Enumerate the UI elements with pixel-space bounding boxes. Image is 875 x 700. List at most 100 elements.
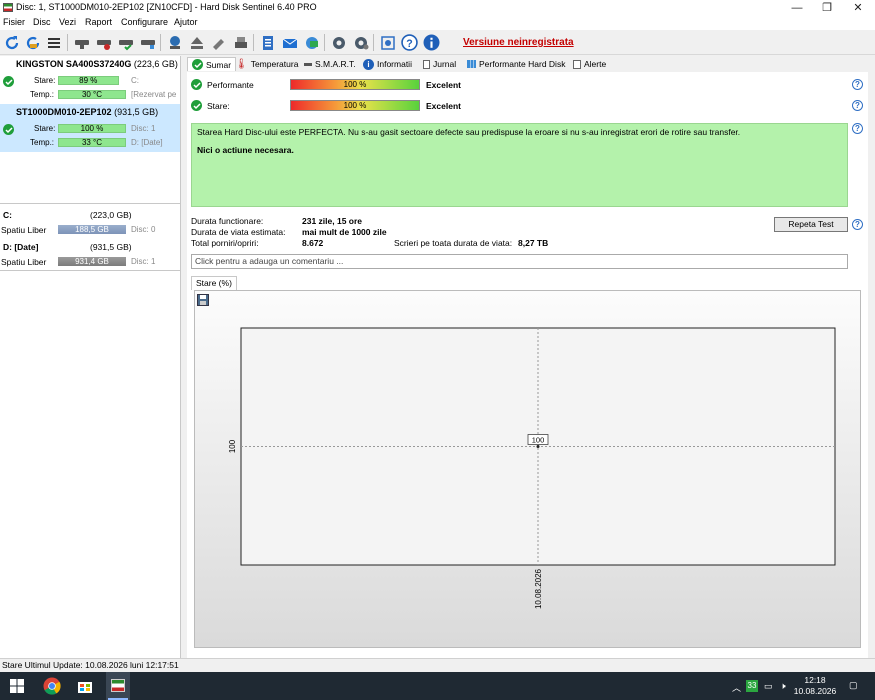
check-icon bbox=[3, 76, 14, 87]
info-icon[interactable] bbox=[422, 33, 441, 52]
performance-rating: Excelent bbox=[426, 80, 461, 90]
window-title: Disc: 1, ST1000DM010-2EP102 [ZN10CFD] - … bbox=[16, 2, 317, 12]
disk-check-icon[interactable] bbox=[116, 33, 135, 52]
chart-panel: 100 10.08.2026 100 bbox=[194, 290, 861, 648]
status-text: Starea Hard Disc-ului este PERFECTA. Nu … bbox=[197, 127, 741, 137]
taskbar: ︿ 33 ▭ 🕨 12:18 10.08.2026 ▢ bbox=[0, 672, 875, 700]
disk-icon[interactable] bbox=[72, 33, 91, 52]
uptime-value: 231 zile, 15 ore bbox=[302, 216, 363, 226]
menu-bar: Fisier Disc Vezi Raport Configurare Ajut… bbox=[0, 16, 875, 30]
data-point bbox=[536, 445, 540, 448]
summary-panel: Performante 100 % Excelent ? Stare: 100 … bbox=[187, 72, 868, 658]
menu-disc[interactable]: Disc bbox=[33, 17, 51, 27]
action-text: Nici o actiune necesara. bbox=[197, 145, 294, 155]
refresh-disk-icon[interactable] bbox=[23, 33, 42, 52]
menu-vezi[interactable]: Vezi bbox=[59, 17, 76, 27]
disk-list-icon[interactable] bbox=[44, 33, 63, 52]
temp-label: Temp.: bbox=[30, 90, 55, 99]
tab-smart[interactable]: S.M.A.R.T. bbox=[304, 57, 356, 71]
check-icon bbox=[3, 124, 14, 135]
writes-value: 8,27 TB bbox=[518, 238, 549, 248]
volume-name: C: bbox=[3, 210, 12, 220]
help-icon[interactable]: ? bbox=[852, 123, 863, 134]
menu-raport[interactable]: Raport bbox=[85, 17, 112, 27]
tray-volume-icon[interactable]: 🕨 bbox=[780, 681, 786, 692]
title-bar: Disc: 1, ST1000DM010-2EP102 [ZN10CFD] - … bbox=[0, 0, 875, 16]
tab-performante[interactable]: Performante Hard Disk bbox=[467, 57, 565, 71]
menu-fisier[interactable]: Fisier bbox=[3, 17, 25, 27]
disk-item-st1000[interactable]: ST1000DM010-2EP102 (931,5 GB) Stare: 100… bbox=[0, 104, 180, 152]
health-label: Stare: bbox=[34, 76, 56, 85]
print-icon[interactable] bbox=[231, 33, 250, 52]
uptime-label: Durata functionare: bbox=[191, 216, 264, 226]
help-icon[interactable]: ? bbox=[852, 100, 863, 111]
disk-list-pane: KINGSTON SA400S37240G (223,6 GB) Stare: … bbox=[0, 56, 181, 658]
health-bar: 100 % bbox=[290, 100, 420, 111]
network-icon[interactable] bbox=[165, 33, 184, 52]
comment-input[interactable]: Click pentru a adauga un comentariu ... bbox=[191, 254, 848, 269]
help-icon[interactable]: ? bbox=[400, 33, 419, 52]
info-icon: i bbox=[363, 58, 374, 70]
health-chart: 100 10.08.2026 100 bbox=[228, 327, 836, 609]
tab-stare-chart[interactable]: Stare (%) bbox=[191, 276, 237, 290]
temp-bar: 30 °C bbox=[58, 90, 126, 99]
alert-icon bbox=[573, 59, 581, 69]
notification-icon[interactable]: ▢ bbox=[849, 680, 858, 691]
starts-label: Total porniri/opriri: bbox=[191, 238, 259, 248]
screenshot-icon[interactable] bbox=[378, 33, 397, 52]
close-button[interactable]: ✕ bbox=[843, 0, 873, 16]
refresh-icon[interactable] bbox=[2, 33, 21, 52]
send-icon[interactable] bbox=[302, 33, 321, 52]
tab-informatii[interactable]: i Informatii bbox=[363, 57, 412, 71]
thermometer-icon: 🌡 bbox=[235, 58, 248, 70]
y-tick-label: 100 bbox=[228, 439, 237, 453]
tray-badge-icon[interactable]: 33 bbox=[746, 680, 758, 692]
tools-icon[interactable] bbox=[209, 33, 228, 52]
tab-alerte[interactable]: Alerte bbox=[573, 57, 606, 71]
toolbar: ? Versiune neinregistrata bbox=[0, 30, 875, 55]
menu-ajutor[interactable]: Ajutor bbox=[174, 17, 198, 27]
chrome-icon[interactable] bbox=[43, 677, 61, 695]
help-icon[interactable]: ? bbox=[852, 219, 863, 230]
advanced-settings-icon[interactable] bbox=[351, 33, 370, 52]
help-icon[interactable]: ? bbox=[852, 79, 863, 90]
email-icon[interactable] bbox=[280, 33, 299, 52]
eject-icon[interactable] bbox=[187, 33, 206, 52]
menu-configurare[interactable]: Configurare bbox=[121, 17, 168, 27]
disk-gear-icon[interactable] bbox=[138, 33, 157, 52]
repeat-test-button[interactable]: Repeta Test bbox=[774, 217, 848, 232]
tab-sumar[interactable]: Sumar bbox=[187, 57, 237, 71]
tab-temperatura[interactable]: 🌡 Temperatura bbox=[235, 57, 298, 71]
performance-label: Performante bbox=[207, 80, 254, 90]
unregistered-version-link[interactable]: Versiune neinregistrata bbox=[463, 37, 574, 48]
disk-info-icon[interactable] bbox=[94, 33, 113, 52]
taskbar-app-hdsentinel[interactable] bbox=[106, 672, 130, 700]
drive-letter: Disc: 1 bbox=[131, 124, 156, 133]
maximize-button[interactable]: ❐ bbox=[812, 0, 842, 16]
taskbar-clock[interactable]: 12:18 10.08.2026 bbox=[790, 675, 840, 697]
disk-name: ST1000DM010-2EP102 (931,5 GB) bbox=[16, 107, 159, 117]
settings-icon[interactable] bbox=[329, 33, 348, 52]
temp-bar: 33 °C bbox=[58, 138, 126, 147]
free-space-bar: 931,4 GB bbox=[58, 257, 126, 266]
svg-text:?: ? bbox=[406, 38, 412, 50]
volume-item-c[interactable]: C: (223,0 GB) Spatiu Liber 188,5 GB Disc… bbox=[0, 208, 180, 238]
tray-chevron-icon[interactable]: ︿ bbox=[732, 681, 741, 694]
volume-item-d[interactable]: D: [Date] (931,5 GB) Spatiu Liber 931,4 … bbox=[0, 240, 180, 270]
health-label: Stare: bbox=[34, 124, 56, 133]
store-icon[interactable] bbox=[77, 678, 93, 694]
windows-start-icon[interactable] bbox=[10, 679, 24, 693]
health-label: Stare: bbox=[207, 101, 230, 111]
tray-display-icon[interactable]: ▭ bbox=[764, 681, 773, 692]
status-description-box: Starea Hard Disc-ului este PERFECTA. Nu … bbox=[191, 123, 848, 207]
disk-item-kingston[interactable]: KINGSTON SA400S37240G (223,6 GB) Stare: … bbox=[0, 56, 180, 104]
lifetime-label: Durata de viata estimata: bbox=[191, 227, 286, 237]
check-icon bbox=[192, 59, 203, 70]
minimize-button[interactable]: — bbox=[782, 0, 812, 16]
tab-jurnal[interactable]: Jurnal bbox=[423, 57, 456, 71]
journal-icon bbox=[423, 59, 430, 69]
app-icon bbox=[3, 3, 13, 12]
starts-value: 8.672 bbox=[302, 238, 324, 248]
report-icon[interactable] bbox=[258, 33, 277, 52]
disk-ref: Disc: 1 bbox=[131, 257, 156, 266]
